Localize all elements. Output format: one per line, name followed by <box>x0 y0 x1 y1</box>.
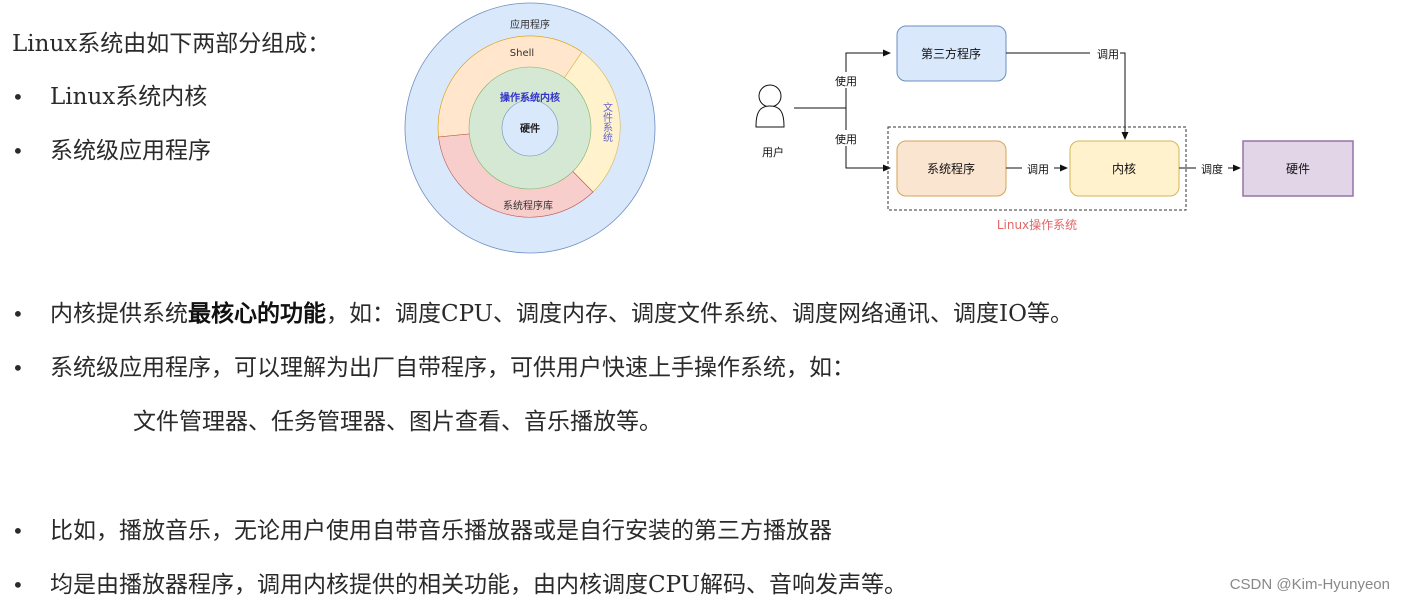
flow-diagram: 用户 使用 使用 第三方程序 调用 Linux操作系统 系统程序 调用 内核 调… <box>755 25 1354 232</box>
ring-label-file-system: 文件系统 <box>601 101 613 142</box>
intro-item-apps: 系统级应用程序 <box>50 138 211 164</box>
node-hardware-label: 硬件 <box>1286 162 1310 176</box>
intro-heading: Linux系统由如下两部分组成： <box>12 31 331 57</box>
edge-label-use-top: 使用 <box>835 75 857 88</box>
kernel-description-prefix: 内核提供系统 <box>50 301 188 327</box>
edge-label-use-bottom: 使用 <box>835 133 857 146</box>
ring-label-libraries: 系统程序库 <box>503 199 553 212</box>
user-icon <box>755 84 785 128</box>
intro-item-kernel: Linux系统内核 <box>50 84 208 110</box>
ring-label-shell: Shell <box>510 48 534 59</box>
kernel-description-suffix: ，如：调度CPU、调度内存、调度文件系统、调度网络通讯、调度IO等。 <box>326 301 1073 327</box>
apps-examples: 文件管理器、任务管理器、图片查看、音乐播放等。 <box>133 409 662 435</box>
edge-label-schedule: 调度 <box>1201 162 1223 176</box>
example-line-1: 比如，播放音乐，无论用户使用自带音乐播放器或是自行安装的第三方播放器 <box>50 518 832 544</box>
ring-label-apps: 应用程序 <box>510 18 550 31</box>
node-system-programs-label: 系统程序 <box>927 161 975 176</box>
bullet: • <box>12 573 24 597</box>
kernel-description: 内核提供系统最核心的功能，如：调度CPU、调度内存、调度文件系统、调度网络通讯、… <box>50 300 1073 328</box>
user-label: 用户 <box>762 145 784 159</box>
kernel-description-bold: 最核心的功能 <box>188 300 326 327</box>
node-third-party-label: 第三方程序 <box>921 46 981 61</box>
bullet: • <box>12 519 24 543</box>
ring-label-hardware: 硬件 <box>520 122 540 135</box>
ring-label-kernel: 操作系统内核 <box>500 91 560 104</box>
edge-third-party-to-kernel <box>1006 52 1129 140</box>
edge-label-call-mid: 调用 <box>1027 163 1049 176</box>
watermark: CSDN @Kim-Hyunyeon <box>1229 576 1390 593</box>
ring-diagram: 应用程序 Shell 操作系统内核 硬件 文件系统 系统程序库 <box>404 2 656 254</box>
edge-label-call-top: 调用 <box>1097 48 1119 61</box>
apps-description: 系统级应用程序，可以理解为出厂自带程序，可供用户快速上手操作系统，如： <box>50 355 855 381</box>
bullet: • <box>12 302 24 326</box>
group-linux-os-label: Linux操作系统 <box>997 217 1077 232</box>
node-kernel-label: 内核 <box>1112 162 1136 176</box>
example-line-2: 均是由播放器程序，调用内核提供的相关功能，由内核调度CPU解码、音响发声等。 <box>50 572 908 598</box>
bullet: • <box>12 85 24 109</box>
bullet: • <box>12 356 24 380</box>
bullet: • <box>12 139 24 163</box>
